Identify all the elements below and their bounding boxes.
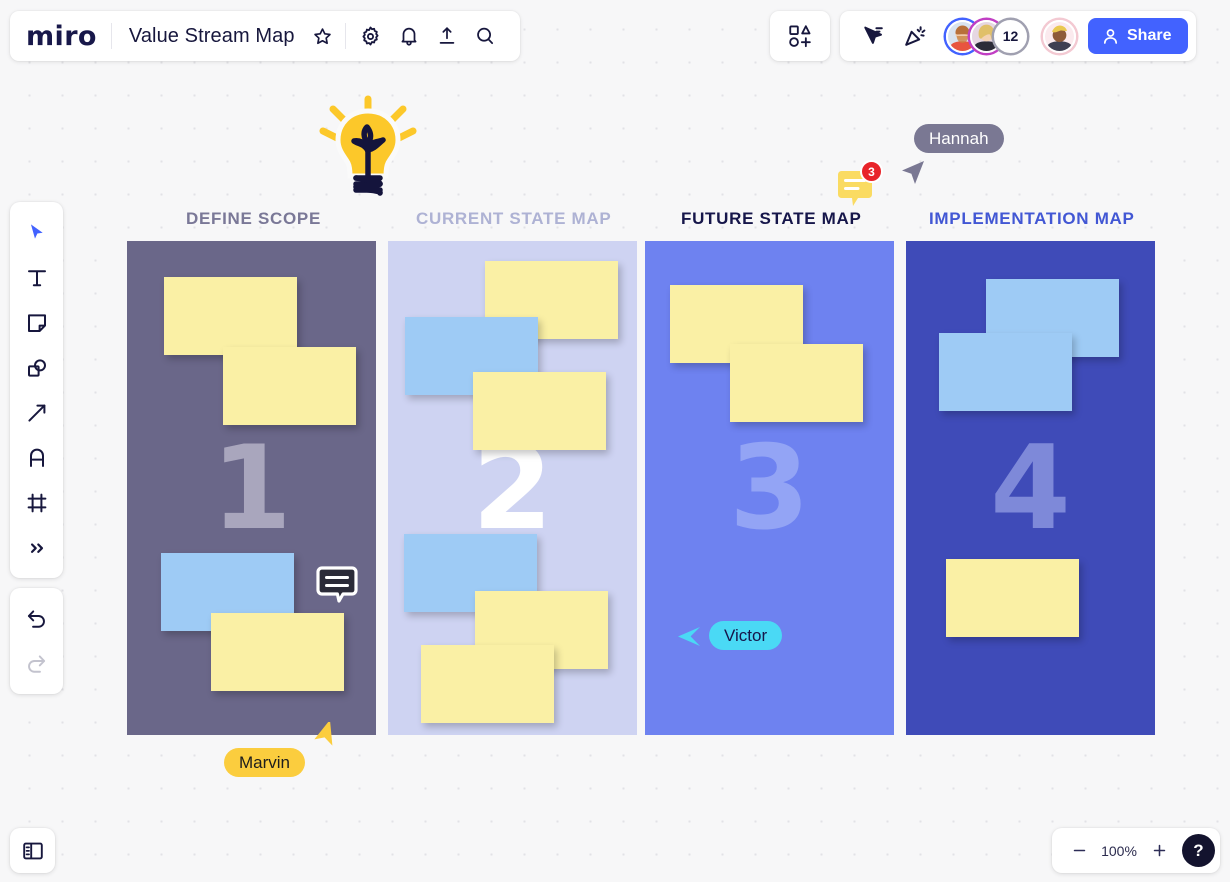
redo-button[interactable] [16,641,58,686]
search-icon[interactable] [466,17,504,55]
lightbulb-icon [311,95,425,210]
frame-implementation-map[interactable]: 4 [906,241,1155,735]
apps-button[interactable] [770,11,830,61]
comment-bubble[interactable] [314,564,360,615]
zoom-out-button[interactable] [1064,836,1094,866]
help-button[interactable]: ? [1182,834,1215,867]
text-icon [27,269,46,286]
undo-button[interactable] [16,596,58,641]
sticky-note[interactable] [730,344,863,422]
pen-icon [29,448,44,467]
miro-board-app: miro Value Stream Map 12 Share Hannah 3 … [0,0,1230,882]
sticky-note-tool[interactable] [16,300,58,345]
shapes-tool[interactable] [16,345,58,390]
select-tool[interactable] [16,210,58,255]
zoom-level-label: 100% [1101,842,1137,859]
shapes-apps-icon [789,25,811,48]
frame-define-scope[interactable]: 1 [127,241,376,735]
upload-icon[interactable] [428,17,466,55]
cursor-name-hannah: Hannah [929,129,989,148]
panel-toggle-button[interactable] [10,828,55,873]
avatar-count-label: 12 [1002,28,1019,44]
cursor-chat-icon[interactable] [854,17,892,55]
frame-number-4: 4 [990,421,1071,556]
sticky-note[interactable] [473,372,606,450]
shapes-icon [27,358,46,377]
zoom-in-button[interactable] [1144,836,1174,866]
redo-icon [28,655,46,673]
column-title-implementation-map: IMPLEMENTATION MAP [929,209,1135,228]
miro-logo[interactable]: miro [26,23,111,50]
cursor-victor [676,623,702,656]
column-title-current-state-map: CURRENT STATE MAP [416,209,612,228]
frame-current-state-map[interactable]: 2 [388,241,637,735]
sticky-note[interactable] [164,277,297,355]
cursor-icon [30,223,43,239]
person-icon [1103,28,1118,44]
cursor-label-marvin: Marvin [224,748,306,777]
frame-number-1: 1 [211,421,292,556]
text-tool[interactable] [16,255,58,300]
connector-tool[interactable] [16,390,58,435]
creation-toolbar [10,202,63,578]
frame-tool[interactable] [16,480,58,525]
arrow-icon [27,404,45,422]
share-button[interactable]: Share [1088,18,1189,54]
cursor-name-victor: Victor [724,626,768,645]
zoom-controls: 100% ? [1052,828,1220,873]
board-header-right: 12 Share [840,11,1197,61]
more-tools[interactable] [16,525,58,570]
cursor-label-hannah: Hannah [914,124,1004,153]
avatar-current-user[interactable] [1043,19,1076,53]
sticky-note[interactable] [946,559,1079,637]
star-icon[interactable] [304,17,342,55]
frame-number-3: 3 [729,421,810,556]
collaborator-avatars: 12 [946,19,1027,53]
bell-icon[interactable] [390,17,428,55]
sticky-note[interactable] [211,613,344,691]
history-toolbar [10,588,63,694]
header-divider-2 [344,23,346,49]
gear-icon[interactable] [352,17,390,55]
board-header-left: miro Value Stream Map [10,11,520,61]
comment-count-badge: 3 [860,160,883,183]
confetti-icon[interactable] [896,17,934,55]
frame-icon [27,493,46,512]
column-title-define-scope: DEFINE SCOPE [186,209,321,228]
cursor-label-victor: Victor [709,621,783,650]
sticky-note-icon [27,313,46,332]
share-label: Share [1127,27,1172,44]
board-title[interactable]: Value Stream Map [112,25,304,48]
avatar-overflow-count[interactable]: 12 [994,19,1027,53]
cursor-marvin [311,719,339,757]
sticky-note[interactable] [939,333,1072,411]
sticky-note[interactable] [223,347,356,425]
frame-future-state-map[interactable]: 3 [645,241,894,735]
undo-icon [27,610,45,628]
sticky-note[interactable] [421,645,554,723]
pen-tool[interactable] [16,435,58,480]
column-title-future-state-map: FUTURE STATE MAP [681,209,862,228]
chevron-double-right-icon [30,542,43,553]
sidebar-panel-icon [22,842,43,859]
cursor-name-marvin: Marvin [239,753,291,772]
cursor-hannah [900,160,926,193]
